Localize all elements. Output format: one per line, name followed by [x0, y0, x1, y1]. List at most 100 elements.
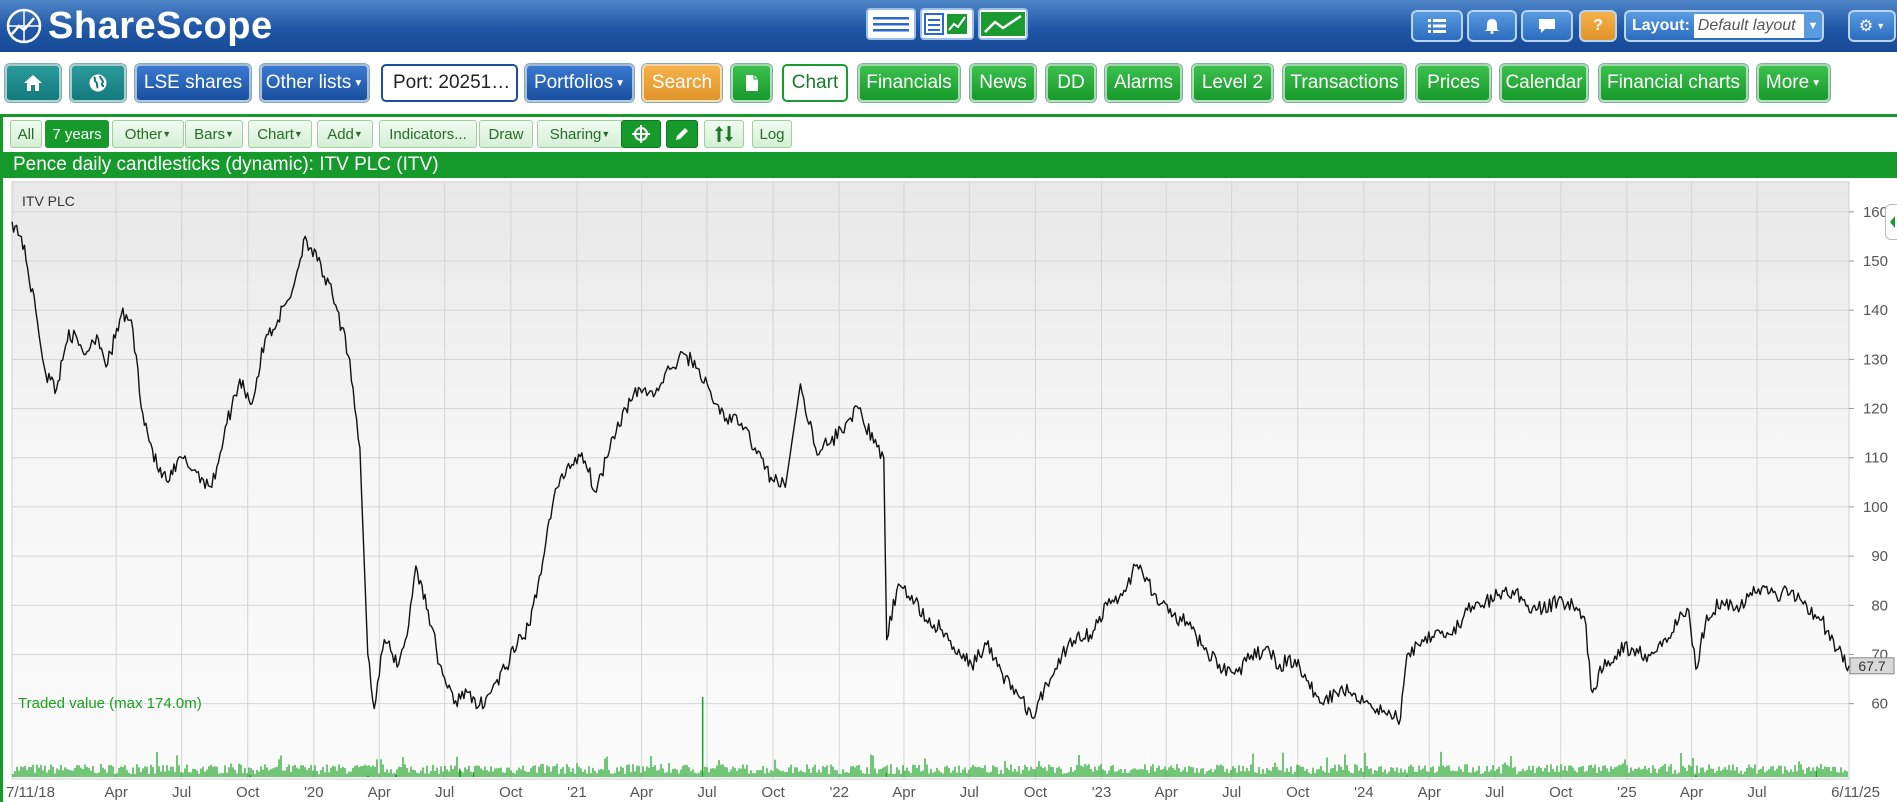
- portfolios-button[interactable]: Portfolios ▼: [525, 64, 634, 102]
- x-tick-label: Jul: [435, 784, 454, 801]
- document-icon: [745, 75, 758, 91]
- top-header: ShareScope ? Layout: Default layout ▼ ⚙ ▼: [0, 0, 1897, 52]
- last-value-label: 67.7: [1858, 658, 1885, 674]
- x-tick-label: 6/11/25: [1831, 784, 1880, 801]
- list-view-button[interactable]: [866, 8, 916, 40]
- x-tick-label: Apr: [1680, 784, 1703, 801]
- dd-tab[interactable]: DD: [1046, 64, 1096, 102]
- financial-charts-tab[interactable]: Financial charts: [1599, 64, 1748, 102]
- x-tick-label: Jul: [1222, 784, 1241, 801]
- indicators-button[interactable]: Indicators...: [379, 120, 477, 148]
- x-tick-label: Oct: [1024, 784, 1048, 801]
- transactions-tab-label: Transactions: [1290, 72, 1399, 93]
- sharing-button[interactable]: Sharing ▼: [537, 120, 623, 148]
- news-tab-label: News: [979, 72, 1027, 93]
- alerts-button[interactable]: [1467, 10, 1517, 42]
- news-tab[interactable]: News: [970, 64, 1036, 102]
- bars-button[interactable]: Bars ▼: [185, 120, 243, 148]
- financials-tab-label: Financials: [866, 72, 952, 93]
- portfolio-field[interactable]: Port: 20251…: [381, 64, 518, 102]
- x-tick-label: '24: [1354, 784, 1374, 801]
- settings-caret-icon: ▼: [1876, 21, 1886, 31]
- x-tick-label: '23: [1092, 784, 1112, 801]
- chevron-left-icon: [1890, 216, 1895, 228]
- financials-tab[interactable]: Financials: [858, 64, 960, 102]
- indicators-label: Indicators...: [389, 125, 467, 143]
- x-tick-label: Oct: [499, 784, 523, 801]
- nav-row: LSE shares Other lists ▼ Port: 20251… Por…: [0, 62, 1897, 106]
- globe-button[interactable]: [70, 64, 126, 102]
- layout-value: Default layout: [1697, 17, 1796, 34]
- calendar-tab[interactable]: Calendar: [1500, 64, 1588, 102]
- home-button[interactable]: [5, 64, 61, 102]
- x-tick-label: Oct: [236, 784, 260, 801]
- draw-button[interactable]: Draw: [479, 120, 533, 148]
- speech-bubble-icon: [1539, 19, 1555, 33]
- y-tick-label: 100: [1863, 499, 1888, 516]
- y-axis-labels: 60708090100110120130140150160: [1863, 204, 1888, 713]
- help-label: ?: [1593, 17, 1603, 34]
- settings-button[interactable]: ⚙ ▼: [1848, 10, 1896, 42]
- home-icon: [24, 75, 42, 91]
- x-tick-label: Jul: [1485, 784, 1504, 801]
- level2-tab[interactable]: Level 2: [1192, 64, 1273, 102]
- lse-shares-label: LSE shares: [143, 72, 243, 93]
- caret-down-icon: ▼: [1811, 77, 1822, 89]
- chart-type-button[interactable]: Chart ▼: [248, 120, 312, 148]
- period-7-years-button[interactable]: 7 years: [45, 120, 109, 148]
- gear-icon: ⚙: [1858, 18, 1874, 35]
- y-tick-label: 90: [1871, 548, 1888, 565]
- y-tick-label: 110: [1864, 450, 1888, 467]
- portfolios-label: Portfolios: [533, 72, 614, 93]
- add-label: Add: [327, 125, 354, 143]
- watchlist-button[interactable]: [1411, 10, 1463, 42]
- split-view-icon: [924, 13, 967, 35]
- side-panel-toggle[interactable]: [1885, 204, 1897, 240]
- sort-arrows-button[interactable]: [704, 120, 744, 148]
- document-button[interactable]: [731, 64, 772, 102]
- prices-tab[interactable]: Prices: [1416, 64, 1491, 102]
- volume-label: Traded value (max 174.0m): [18, 695, 202, 712]
- period-all-button[interactable]: All: [10, 120, 42, 148]
- x-tick-label: Jul: [1747, 784, 1766, 801]
- messages-button[interactable]: [1521, 10, 1573, 42]
- add-button[interactable]: Add ▼: [317, 120, 373, 148]
- transactions-tab[interactable]: Transactions: [1283, 64, 1406, 102]
- list-icon: [1428, 19, 1446, 33]
- layout-select[interactable]: Default layout ▼: [1693, 14, 1822, 38]
- x-tick-label: Oct: [1549, 784, 1573, 801]
- other-lists-button[interactable]: Other lists ▼: [260, 64, 369, 102]
- lse-shares-button[interactable]: LSE shares: [135, 64, 251, 102]
- chart-view-button[interactable]: [978, 8, 1028, 40]
- chart-tab[interactable]: Chart: [782, 64, 848, 102]
- chart-type-label: Chart: [257, 125, 294, 143]
- y-tick-label: 130: [1863, 351, 1888, 368]
- series-label: ITV PLC: [22, 193, 75, 209]
- price-chart[interactable]: 60708090100110120130140150160 7/11/18 Apr…: [0, 178, 1897, 802]
- log-scale-button[interactable]: Log: [752, 120, 792, 148]
- search-button[interactable]: Search: [642, 64, 722, 102]
- caret-down-icon: ▼: [353, 129, 363, 139]
- alarms-tab[interactable]: Alarms: [1105, 64, 1182, 102]
- x-tick-label: Jul: [960, 784, 979, 801]
- logo[interactable]: ShareScope: [0, 0, 273, 52]
- globe-icon: [89, 74, 107, 92]
- log-label: Log: [759, 125, 785, 143]
- pencil-button[interactable]: [666, 120, 698, 148]
- caret-down-icon: ▼: [353, 77, 364, 89]
- period-other-button[interactable]: Other ▼: [112, 120, 184, 148]
- x-tick-label: Oct: [1286, 784, 1310, 801]
- layout-control: Layout: Default layout ▼: [1624, 10, 1824, 42]
- chart-title: Pence daily candlesticks (dynamic): ITV …: [13, 154, 439, 175]
- help-button[interactable]: ?: [1579, 10, 1617, 42]
- split-view-button[interactable]: [920, 8, 974, 40]
- y-tick-label: 120: [1863, 401, 1888, 418]
- period-all-label: All: [17, 125, 35, 143]
- alarms-tab-label: Alarms: [1113, 72, 1174, 93]
- x-tick-label: Apr: [105, 784, 128, 801]
- crosshair-button[interactable]: [621, 120, 661, 148]
- other-lists-label: Other lists: [265, 72, 352, 93]
- more-tab[interactable]: More ▼: [1757, 64, 1830, 102]
- caret-down-icon: ▼: [601, 129, 611, 139]
- logo-text: ShareScope: [48, 4, 273, 47]
